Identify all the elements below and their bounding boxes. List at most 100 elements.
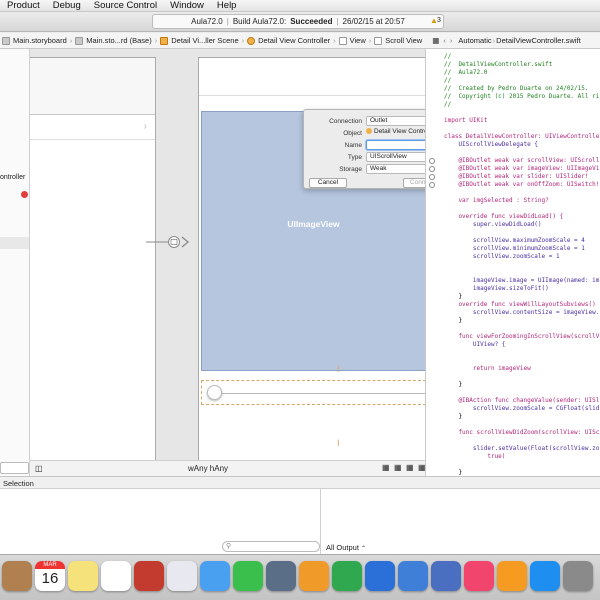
preview-icon[interactable] [167, 561, 197, 591]
code-line[interactable]: imageView.sizeToFit() [444, 285, 549, 293]
menu-product[interactable]: Product [7, 0, 40, 11]
code-line[interactable]: // Aula72.0 [444, 69, 487, 77]
image-view-label: UIImageView [287, 219, 340, 229]
cancel-button[interactable]: Cancel [309, 178, 347, 188]
error-icon[interactable] [21, 191, 28, 198]
code-line[interactable]: slider.setValue(Float(scrollView.zo [444, 445, 599, 453]
notes-icon[interactable] [68, 561, 98, 591]
menu-help[interactable]: Help [217, 0, 237, 11]
system-preferences-icon[interactable] [563, 561, 593, 591]
code-line[interactable]: // DetailViewController.swift [444, 61, 552, 69]
code-line[interactable]: // [444, 101, 451, 109]
code-line[interactable]: // Created by Pedro Duarte on 24/02/15. [444, 85, 589, 93]
code-line[interactable]: class DetailViewController: UIViewContro… [444, 133, 599, 141]
code-line[interactable]: // [444, 77, 451, 85]
debug-splitter[interactable] [320, 489, 321, 554]
scroll-view-icon [374, 36, 383, 45]
itunes-icon[interactable] [464, 561, 494, 591]
code-line[interactable]: imageView.image = UIImage(named: im [444, 277, 599, 285]
crumb-storyboard[interactable]: Main.storyboard [0, 36, 69, 45]
outline-item[interactable]: ontroller [0, 174, 25, 181]
code-line[interactable]: func viewForZoomingInScrollView(scrollV [444, 333, 599, 341]
pages-icon[interactable] [299, 561, 329, 591]
resolve-icon[interactable]: ▦ [406, 463, 414, 472]
master-scene[interactable]: › [30, 57, 156, 460]
code-line[interactable]: true) [444, 453, 505, 461]
code-line[interactable]: super.viewDidLoad() [444, 221, 542, 229]
storyboard-icon [2, 36, 10, 45]
slider[interactable] [201, 380, 425, 405]
code-line[interactable]: @IBOutlet weak var imageView: UIImageVi [444, 165, 599, 173]
segue-arrow[interactable] [146, 235, 196, 249]
code-line[interactable]: scrollView.maximumZoomScale = 4 [444, 237, 585, 245]
debug-filter-field[interactable]: ⚲ [222, 541, 320, 552]
toggle-outline-icon[interactable]: ◫ [35, 464, 43, 473]
output-filter-select[interactable]: All Output ⌃ [326, 543, 366, 552]
outline-filter-field[interactable] [0, 462, 29, 474]
slider-track [216, 393, 425, 394]
code-line[interactable]: // Copyright (c) 2015 Pedro Duarte. All … [444, 93, 599, 101]
code-line[interactable]: scrollView.zoomScale = CGFloat(slid [444, 405, 599, 413]
outline-selected-row[interactable] [0, 237, 29, 249]
crumb-storyboard-base[interactable]: Main.sto...rd (Base) [73, 36, 153, 45]
code-line[interactable]: UIView? { [444, 341, 506, 349]
project-name: Aula72.0 [191, 17, 223, 26]
outlet-connection-dot[interactable] [429, 174, 435, 180]
code-line[interactable]: scrollView.zoomScale = 1 [444, 253, 560, 261]
code-line[interactable]: } [444, 413, 462, 421]
code-line[interactable]: } [444, 469, 462, 476]
code-line[interactable]: @IBAction func changeValue(sender: UISl [444, 397, 599, 405]
numbers-icon[interactable] [332, 561, 362, 591]
code-line[interactable]: @IBOutlet weak var onOffZoom: UISwitch! [444, 181, 599, 189]
code-line[interactable]: // [444, 53, 451, 61]
xcode-icon[interactable] [398, 561, 428, 591]
menu-source-control[interactable]: Source Control [94, 0, 157, 11]
app-store-icon[interactable] [530, 561, 560, 591]
outlet-connection-dot[interactable] [429, 166, 435, 172]
contacts-icon[interactable] [2, 561, 32, 591]
pin-icon[interactable]: ▦ [394, 463, 402, 472]
reminders-icon[interactable] [101, 561, 131, 591]
outlet-connection-dot[interactable] [429, 158, 435, 164]
code-line[interactable]: override func viewWillLayoutSubviews() [444, 301, 595, 309]
code-line[interactable]: } [444, 317, 462, 325]
code-line[interactable]: scrollView.minimumZoomScale = 1 [444, 245, 585, 253]
crumb-controller[interactable]: Detail View Controller [245, 36, 332, 45]
back-arrow-icon[interactable]: ‹ [443, 36, 446, 45]
code-line[interactable]: } [444, 293, 462, 301]
ibooks-icon[interactable] [497, 561, 527, 591]
code-line[interactable]: @IBOutlet weak var slider: UISlider! [444, 173, 588, 181]
slider-knob[interactable] [207, 385, 222, 400]
messages-icon[interactable] [200, 561, 230, 591]
build-status: Succeeded [290, 17, 333, 26]
menu-debug[interactable]: Debug [53, 0, 81, 11]
related-items-icon[interactable]: ▦ [432, 36, 439, 45]
crumb-scroll-view[interactable]: Scroll View [372, 36, 424, 45]
code-line[interactable]: UIScrollViewDelegate { [444, 141, 537, 149]
photo-booth-icon[interactable] [134, 561, 164, 591]
forward-arrow-icon[interactable]: › [450, 36, 453, 45]
table-row[interactable]: › [30, 115, 155, 140]
code-line[interactable]: override func viewDidLoad() { [444, 213, 563, 221]
code-line[interactable]: } [444, 381, 462, 389]
crumb-view[interactable]: View [337, 36, 368, 45]
code-line[interactable]: scrollView.contentSize = imageView. [444, 309, 599, 317]
facetime-icon[interactable] [233, 561, 263, 591]
menu-window[interactable]: Window [170, 0, 204, 11]
code-line[interactable]: @IBOutlet weak var scrollView: UIScroll [444, 157, 599, 165]
assistant-code-editor[interactable]: //// DetailViewController.swift// Aula72… [425, 49, 600, 476]
code-line[interactable]: func scrollViewDidZoom(scrollView: UISc [444, 429, 599, 437]
outlet-connection-dot[interactable] [429, 182, 435, 188]
code-line[interactable]: return imageView [444, 365, 531, 373]
calendar-icon[interactable]: MAR 16 [35, 561, 65, 591]
iphoto-icon[interactable] [266, 561, 296, 591]
size-class-selector[interactable]: wAny hAny [188, 464, 228, 473]
instruments-icon[interactable] [431, 561, 461, 591]
assistant-file[interactable]: DetailViewController.swift [496, 36, 580, 45]
assistant-mode[interactable]: Automatic [458, 36, 491, 45]
align-icon[interactable]: ▦ [382, 463, 390, 472]
crumb-scene[interactable]: Detail Vi...ller Scene [158, 36, 240, 45]
code-line[interactable]: var imgSelected : String? [444, 197, 548, 205]
code-line[interactable]: import UIKit [444, 117, 487, 125]
keynote-icon[interactable] [365, 561, 395, 591]
